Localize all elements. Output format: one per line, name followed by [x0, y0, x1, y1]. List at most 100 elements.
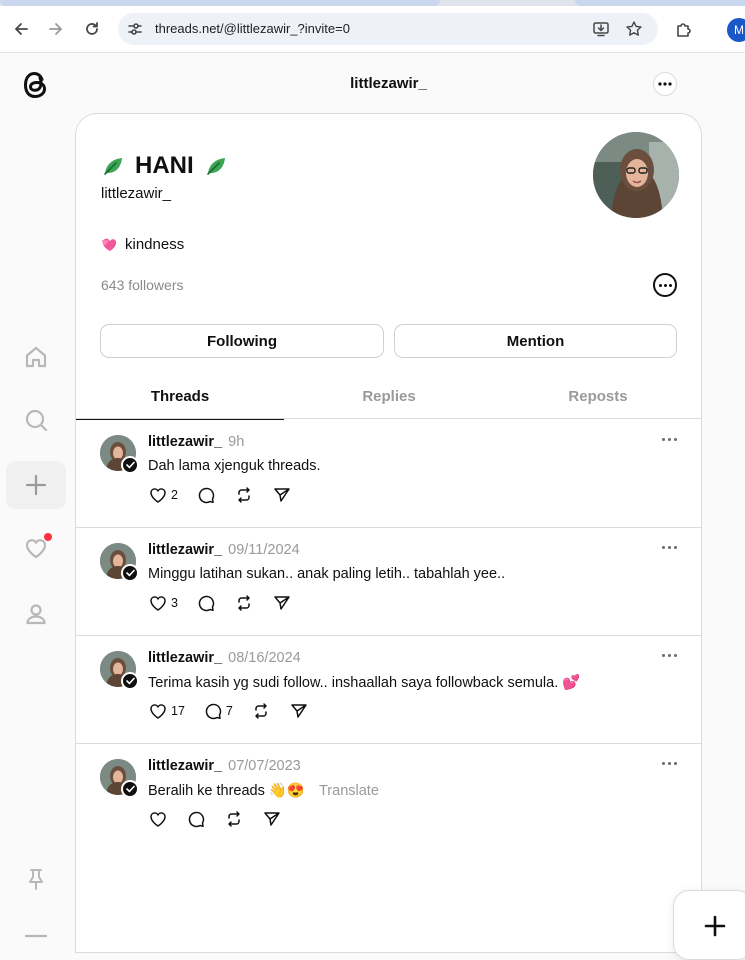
post-meta: littlezawir_ 9h — [148, 434, 244, 450]
like-count: 17 — [171, 704, 185, 718]
nav-create[interactable] — [6, 461, 66, 509]
extensions-icon[interactable] — [674, 20, 694, 40]
send-icon — [274, 488, 290, 502]
send-icon — [264, 812, 280, 826]
pin-icon — [29, 869, 43, 890]
share-button[interactable] — [272, 593, 292, 613]
header-more-button[interactable] — [653, 72, 677, 96]
display-name-row: HANI — [101, 152, 228, 180]
repost-button[interactable] — [234, 485, 254, 505]
post-text: Terima kasih yg sudi follow.. inshaallah… — [148, 674, 581, 692]
profile-display-name: HANI — [135, 152, 194, 179]
post-text-content: Dah lama xjenguk threads. — [148, 458, 321, 474]
post-time[interactable]: 07/07/2023 — [228, 758, 301, 774]
post-more-button[interactable] — [662, 654, 677, 657]
post-meta: littlezawir_ 08/16/2024 — [148, 650, 301, 666]
reply-button[interactable] — [196, 593, 216, 613]
post-actions — [148, 808, 300, 830]
like-button[interactable]: 17 — [148, 701, 185, 721]
profile-bio: kindness — [101, 236, 184, 253]
notification-dot — [44, 533, 52, 541]
repost-icon — [228, 811, 240, 827]
comment-icon — [198, 487, 215, 504]
share-button[interactable] — [272, 485, 292, 505]
browser-profile-avatar[interactable]: M — [727, 18, 745, 42]
send-icon — [274, 596, 290, 610]
nav-menu[interactable] — [6, 905, 66, 953]
nav-home[interactable] — [6, 333, 66, 381]
page-header: littlezawir_ — [76, 62, 701, 104]
like-button[interactable]: 2 — [148, 485, 178, 505]
new-thread-button[interactable] — [673, 890, 745, 960]
post-username[interactable]: littlezawir_ — [148, 650, 222, 666]
post-emoji: 👋😍 — [268, 783, 305, 799]
thread-post[interactable]: littlezawir_ 9h Dah lama xjenguk threads.… — [76, 420, 701, 528]
back-icon[interactable] — [8, 16, 34, 42]
tab-threads[interactable]: Threads — [76, 374, 284, 420]
like-button[interactable]: 3 — [148, 593, 178, 613]
search-icon — [25, 409, 48, 432]
profile-handle: littlezawir_ — [101, 185, 172, 202]
reply-button[interactable]: 7 — [203, 701, 233, 721]
tab-replies[interactable]: Replies — [285, 374, 493, 419]
post-time[interactable]: 08/16/2024 — [228, 650, 301, 666]
nav-activity[interactable] — [6, 524, 66, 572]
post-username[interactable]: littlezawir_ — [148, 434, 222, 450]
profile-more-button[interactable] — [653, 273, 677, 297]
post-username[interactable]: littlezawir_ — [148, 542, 222, 558]
bookmark-star-icon[interactable] — [625, 20, 643, 38]
share-button[interactable] — [289, 701, 309, 721]
post-text: Dah lama xjenguk threads. — [148, 458, 321, 474]
profile-avatar[interactable] — [593, 132, 679, 218]
menu-icon — [24, 934, 48, 938]
verified-check-icon — [121, 780, 139, 798]
post-username[interactable]: littlezawir_ — [148, 758, 222, 774]
tab-reposts[interactable]: Reposts — [494, 374, 701, 419]
reload-icon[interactable] — [79, 16, 105, 42]
like-button[interactable] — [148, 809, 168, 829]
comment-icon — [198, 595, 215, 612]
reply-button[interactable] — [196, 485, 216, 505]
verified-check-icon — [121, 564, 139, 582]
plus-icon — [25, 474, 47, 496]
following-button[interactable]: Following — [100, 324, 384, 358]
reply-button[interactable] — [186, 809, 206, 829]
heart-icon — [150, 704, 166, 719]
post-actions: 17 7 — [148, 700, 327, 722]
url-text[interactable]: threads.net/@littlezawir_?invite=0 — [155, 21, 350, 36]
post-more-button[interactable] — [662, 546, 677, 549]
thread-post[interactable]: littlezawir_ 09/11/2024 Minggu latihan su… — [76, 528, 701, 636]
thread-post[interactable]: littlezawir_ 08/16/2024 Terima kasih yg s… — [76, 636, 701, 744]
site-info-icon[interactable] — [126, 20, 144, 38]
post-more-button[interactable] — [662, 762, 677, 765]
forward-icon[interactable] — [43, 16, 69, 42]
repost-button[interactable] — [234, 593, 254, 613]
post-more-button[interactable] — [662, 438, 677, 441]
home-icon — [25, 346, 47, 368]
send-icon — [291, 704, 307, 718]
profile-icon — [26, 604, 46, 625]
repost-button[interactable] — [224, 809, 244, 829]
translate-link[interactable]: Translate — [319, 783, 379, 799]
repost-icon — [255, 703, 267, 719]
post-emoji: 💕 — [562, 675, 581, 691]
post-time[interactable]: 09/11/2024 — [228, 542, 300, 558]
verified-check-icon — [121, 456, 139, 474]
thread-post[interactable]: littlezawir_ 07/07/2023 Beralih ke thread… — [76, 744, 701, 852]
share-button[interactable] — [262, 809, 282, 829]
post-time[interactable]: 9h — [228, 434, 244, 450]
nav-profile[interactable] — [6, 590, 66, 638]
install-app-icon[interactable] — [592, 20, 610, 38]
mention-button[interactable]: Mention — [394, 324, 677, 358]
reply-count: 7 — [225, 704, 233, 718]
threads-logo-icon[interactable] — [19, 68, 51, 102]
repost-icon — [238, 595, 250, 611]
nav-pin[interactable] — [6, 855, 66, 903]
repost-button[interactable] — [251, 701, 271, 721]
followers-count[interactable]: 643 followers — [101, 277, 184, 293]
bio-text: kindness — [125, 236, 185, 253]
plus-icon — [704, 915, 726, 937]
address-bar[interactable]: threads.net/@littlezawir_?invite=0 — [118, 13, 658, 45]
leaf-emoji-icon — [104, 158, 122, 175]
nav-search[interactable] — [6, 396, 66, 444]
